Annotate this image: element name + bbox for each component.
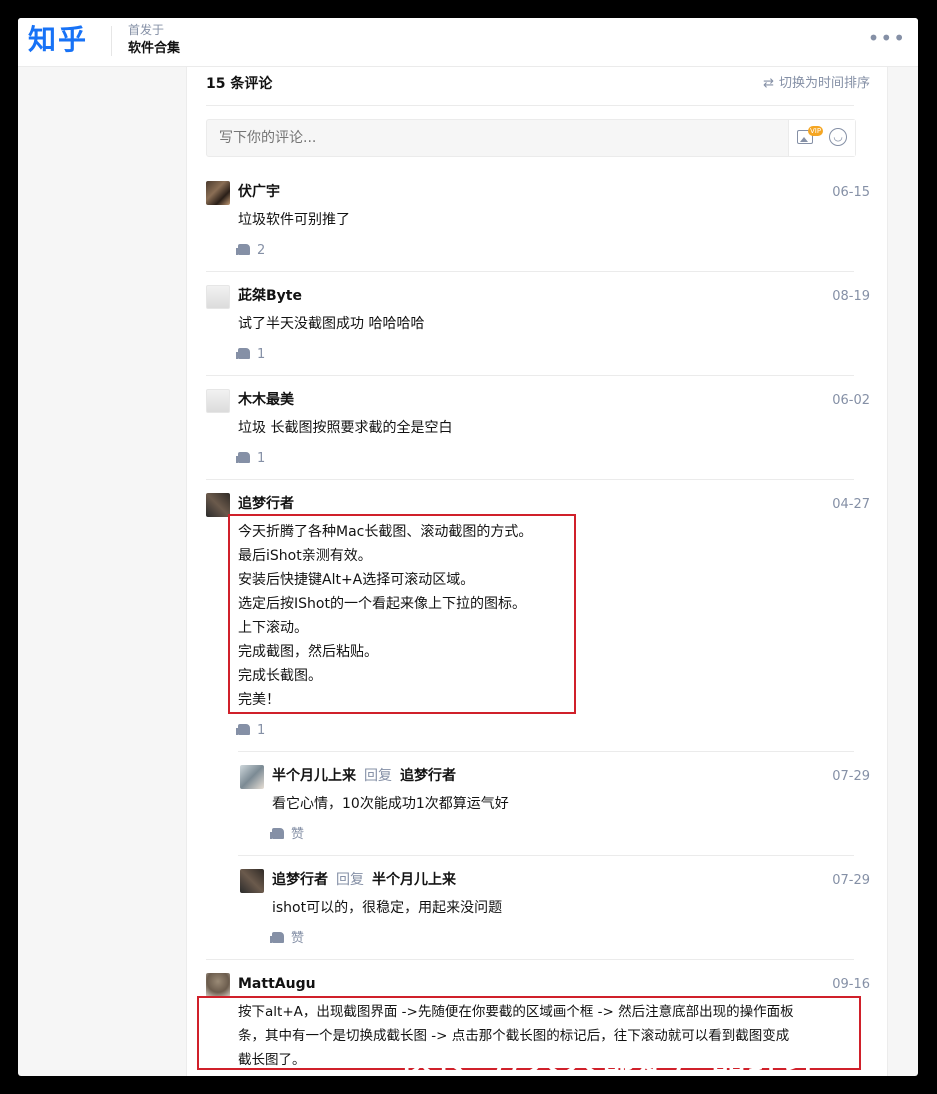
like-label: 赞: [291, 827, 305, 842]
comment-date: 07-29: [832, 769, 870, 784]
comment-input-box: VIP ◡: [206, 119, 856, 157]
reply-header: 半个月儿上来 回复 追梦行者: [272, 766, 456, 786]
thumbs-up-icon: [236, 244, 250, 255]
comment-date: 07-29: [832, 873, 870, 888]
comment-input[interactable]: [219, 129, 779, 147]
comment-text: 看它心情，10次能成功1次都算运气好: [272, 796, 509, 812]
highlight-box: [228, 514, 576, 714]
like-count: 2: [257, 243, 266, 258]
like-label: 赞: [291, 931, 305, 946]
avatar[interactable]: [240, 765, 264, 789]
comment-text: 垃圾软件可别推了: [238, 212, 350, 228]
divider: [206, 105, 854, 106]
emoji-icon[interactable]: ◡: [829, 128, 847, 146]
like-button[interactable]: 1: [236, 722, 266, 740]
column-name-link[interactable]: 软件合集: [128, 40, 180, 58]
reply-keyword: 回复: [364, 768, 392, 784]
divider: [206, 479, 854, 480]
divider: [238, 855, 854, 856]
like-button[interactable]: 2: [236, 242, 266, 260]
thumbs-up-icon: [270, 828, 284, 839]
comment-date: 09-16: [832, 977, 870, 992]
avatar[interactable]: [206, 181, 230, 205]
reply-to-user[interactable]: 追梦行者: [400, 768, 456, 784]
reply-author[interactable]: 半个月儿上来: [272, 768, 356, 784]
swap-arrows-icon: ⇄: [763, 76, 774, 91]
avatar[interactable]: [206, 973, 230, 997]
like-button[interactable]: 1: [236, 346, 266, 364]
comment-author[interactable]: 伏广宇: [238, 182, 280, 202]
sort-toggle-button[interactable]: ⇄ 切换为时间排序: [763, 76, 870, 92]
comment-date: 08-19: [832, 289, 870, 304]
avatar[interactable]: [206, 389, 230, 413]
zhihu-window: 知乎 首发于 软件合集 ••• 15 条评论 ⇄ 切换为时间排序 VIP ◡ 伏广…: [18, 18, 918, 1076]
watermark-text: 侠传号/大大都是产品经理: [400, 1040, 823, 1080]
vip-badge: VIP: [808, 126, 824, 136]
reply-keyword: 回复: [336, 872, 364, 888]
more-dots-icon[interactable]: •••: [868, 28, 906, 48]
like-button[interactable]: 赞: [270, 826, 305, 844]
thumbs-up-icon: [270, 932, 284, 943]
comments-panel: 15 条评论 ⇄ 切换为时间排序 VIP ◡ 伏广宇 06-15 垃圾软件可别推了…: [186, 67, 888, 1076]
comment-date: 06-02: [832, 393, 870, 408]
comment-author[interactable]: MattAugu: [238, 974, 316, 994]
comment-count: 15 条评论: [206, 76, 273, 92]
divider: [206, 271, 854, 272]
comment-author[interactable]: 茈桀Byte: [238, 286, 302, 306]
divider: [238, 751, 854, 752]
like-count: 1: [257, 451, 266, 466]
zhihu-logo[interactable]: 知乎: [28, 21, 88, 59]
avatar[interactable]: [206, 285, 230, 309]
like-count: 1: [257, 347, 266, 362]
reply-to-user[interactable]: 半个月儿上来: [372, 872, 456, 888]
like-count: 1: [257, 723, 266, 738]
avatar[interactable]: [206, 493, 230, 517]
reply-author[interactable]: 追梦行者: [272, 872, 328, 888]
published-in-label: 首发于: [128, 23, 165, 37]
comment-date: 06-15: [832, 185, 870, 200]
comment-author[interactable]: 木木最美: [238, 390, 294, 410]
comment-date: 04-27: [832, 497, 870, 512]
input-tools: VIP ◡: [788, 120, 855, 156]
top-bar: 知乎 首发于 软件合集 •••: [18, 18, 918, 67]
comment-author[interactable]: 追梦行者: [238, 494, 294, 514]
sort-toggle-label: 切换为时间排序: [778, 76, 870, 91]
like-button[interactable]: 1: [236, 450, 266, 468]
reply-header: 追梦行者 回复 半个月儿上来: [272, 870, 456, 890]
divider: [206, 375, 854, 376]
comment-text: ishot可以的，很稳定，用起来没问题: [272, 900, 503, 916]
divider: [206, 959, 854, 960]
header-divider: [111, 26, 112, 56]
comment-text: 垃圾 长截图按照要求截的全是空白: [238, 420, 453, 436]
avatar[interactable]: [240, 869, 264, 893]
thumbs-up-icon: [236, 724, 250, 735]
thumbs-up-icon: [236, 452, 250, 463]
thumbs-up-icon: [236, 348, 250, 359]
comment-text: 试了半天没截图成功 哈哈哈哈: [238, 316, 425, 332]
like-button[interactable]: 赞: [270, 930, 305, 948]
